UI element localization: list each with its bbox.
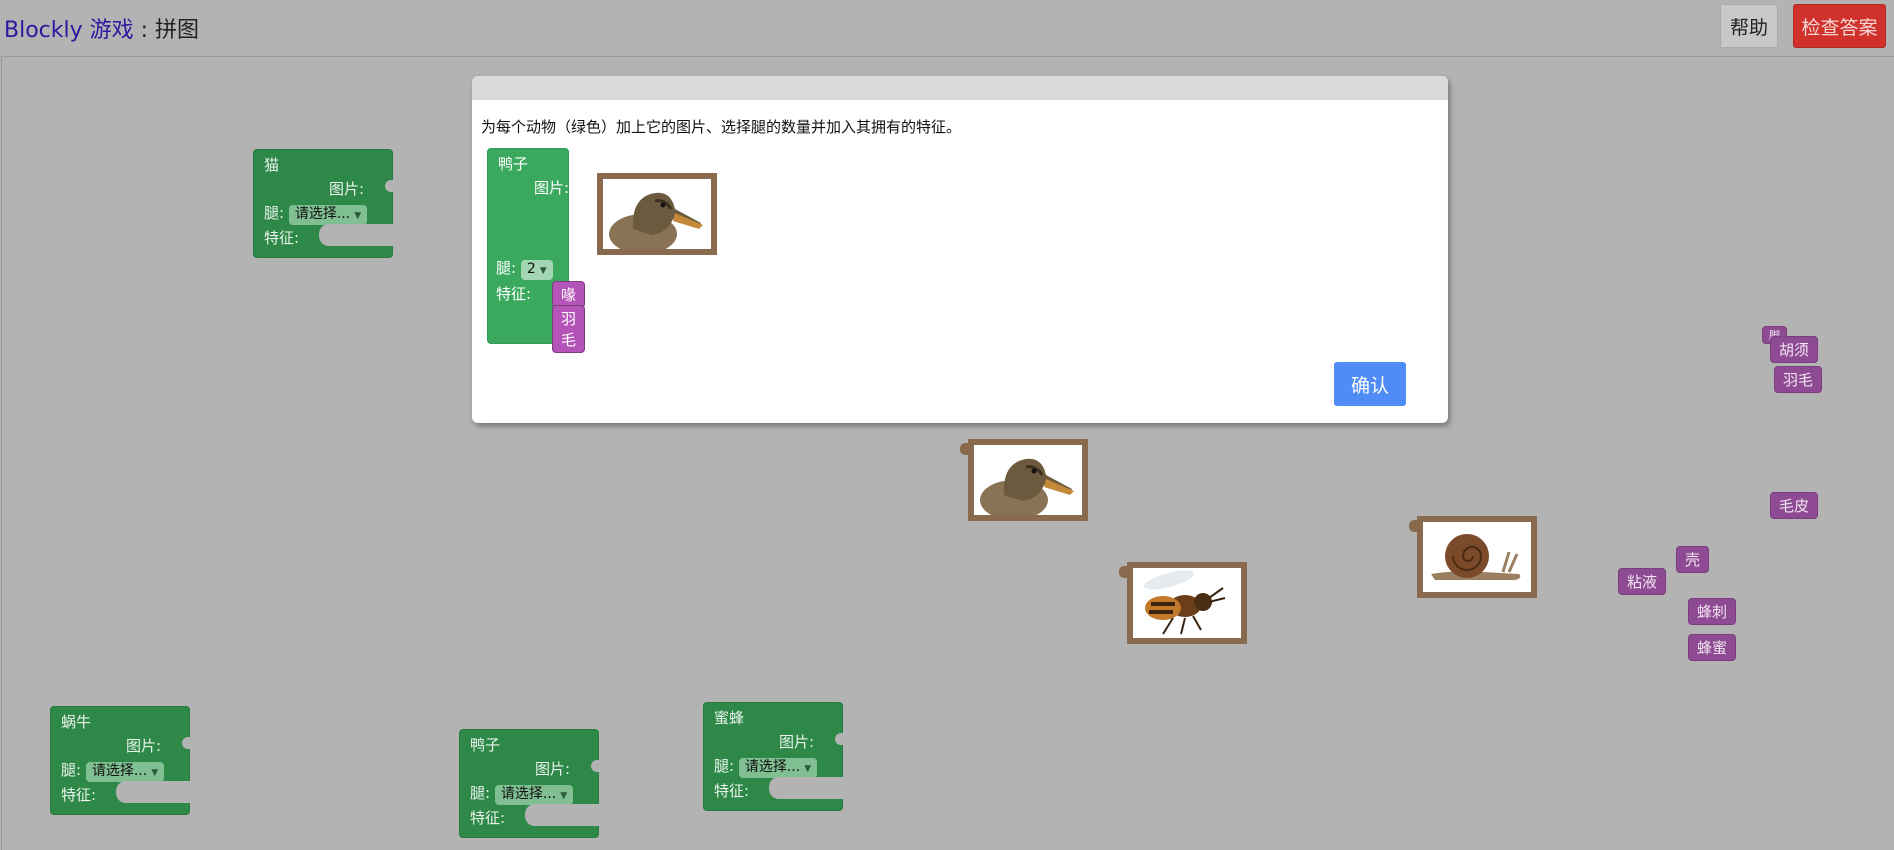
feature-block-feathers[interactable]: 羽毛 [1774,366,1823,393]
example-duck-block: 鸭子 图片: 腿: 2 ▼ 特征: 喙 羽毛 [487,148,586,353]
feature-block-shell[interactable]: 壳 [1676,546,1710,573]
feature-block-honey[interactable]: 蜂蜜 [1688,634,1737,661]
puzzle-title: 拼图 [155,18,200,43]
traits-slot[interactable] [525,804,601,826]
bee-picture-block[interactable] [1119,562,1247,644]
header: Blockly 游戏 : 拼图 帮助 检查答案 [0,0,1894,56]
example-duck-picture [597,173,717,255]
traits-slot[interactable] [319,224,395,246]
legs-dropdown[interactable]: 请选择... ▼ [85,762,165,782]
animal-block-cat[interactable]: 猫 图片: 腿: 请选择... ▼ 特征: [253,149,395,258]
snail-picture-block[interactable] [1409,516,1537,598]
help-button[interactable]: 帮助 [1720,4,1778,48]
feature-block-slime[interactable]: 粘液 [1618,568,1667,595]
traits-slot[interactable] [769,777,845,799]
help-dialog: 为每个动物（绿色）加上它的图片、选择腿的数量并加入其拥有的特征。 鸭子 图片: … [472,76,1448,423]
animal-block-snail[interactable]: 蜗牛 图片: 腿: 请选择... ▼ 特征: [50,706,192,815]
check-answer-button[interactable]: 检查答案 [1793,4,1886,48]
legs-dropdown[interactable]: 请选择... ▼ [288,205,368,225]
animal-block-duck[interactable]: 鸭子 图片: 腿: 请选择... ▼ 特征: [459,729,601,838]
dialog-titlebar[interactable] [472,76,1448,100]
snail-image [1431,534,1521,580]
blockly-games-link[interactable]: Blockly 游戏 [4,18,134,43]
feature-block-fur[interactable]: 毛皮 [1770,492,1819,519]
legs-dropdown[interactable]: 请选择... ▼ [494,785,574,805]
feature-block-whiskers[interactable]: 胡须 [1770,336,1819,363]
duck-image [609,192,703,249]
animal-block-bee[interactable]: 蜜蜂 图片: 腿: 请选择... ▼ 特征: [703,702,845,811]
dialog-instruction: 为每个动物（绿色）加上它的图片、选择腿的数量并加入其拥有的特征。 [481,118,962,136]
bee-image [1143,570,1226,635]
feature-block-sting[interactable]: 蜂刺 [1688,598,1737,625]
duck-picture-block[interactable] [960,439,1088,521]
example-feature-feathers: 羽毛 [552,305,586,353]
confirm-button[interactable]: 确认 [1334,362,1406,406]
legs-dropdown[interactable]: 请选择... ▼ [738,758,818,778]
example-feature-beak: 喙 [552,281,586,308]
example-legs-dropdown: 2 ▼ [520,260,553,280]
duck-image [980,458,1074,515]
page-title: Blockly 游戏 : 拼图 [4,18,200,43]
traits-slot[interactable] [116,781,192,803]
